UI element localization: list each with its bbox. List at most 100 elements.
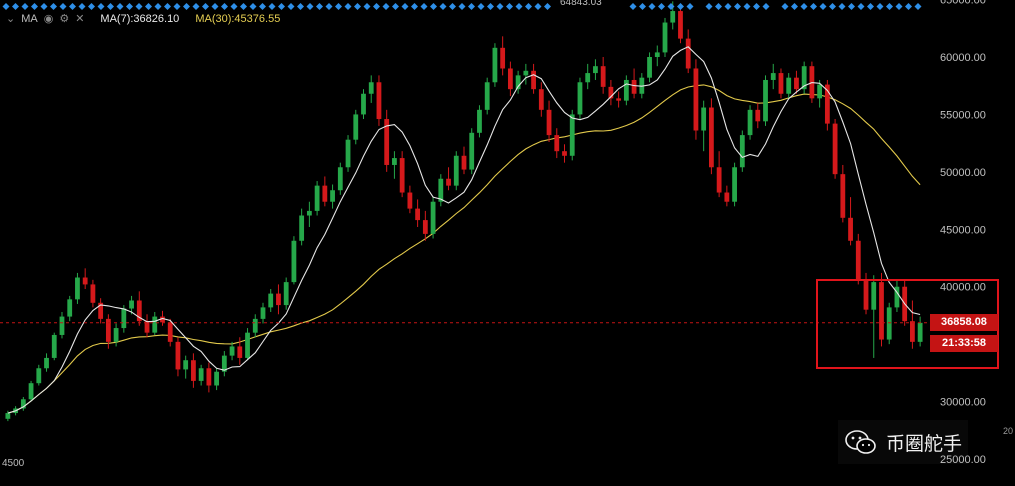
event-marker: [401, 3, 409, 10]
candle-body: [245, 332, 250, 358]
candle-body: [855, 240, 861, 280]
candle-body: [507, 68, 513, 90]
candle-body: [647, 57, 652, 78]
candle-body: [237, 346, 243, 358]
event-marker: [12, 3, 19, 10]
candle-body: [345, 139, 351, 168]
event-marker: [753, 3, 760, 10]
event-marker: [800, 3, 808, 10]
candle-body: [778, 73, 784, 94]
candle-body: [214, 371, 220, 386]
event-marker: [791, 3, 798, 10]
candle-body: [794, 77, 799, 90]
indicator-name: MA: [21, 12, 38, 25]
candle-body: [430, 201, 436, 234]
candle-body: [585, 73, 591, 83]
event-marker: [420, 3, 428, 10]
y-tick-label: 60000.00: [940, 52, 986, 64]
candle-body: [121, 308, 127, 329]
ma30-line: [7, 84, 921, 414]
event-marker: [183, 3, 190, 10]
candle-body: [840, 174, 846, 218]
candles-group: [5, 1, 923, 422]
candle-body: [422, 220, 428, 234]
candle-body: [291, 240, 297, 283]
candle-body: [693, 68, 699, 131]
candle-body: [531, 70, 536, 90]
event-marker: [164, 3, 171, 10]
event-marker: [173, 3, 181, 10]
event-marker: [202, 3, 209, 10]
candle-body: [183, 360, 189, 370]
event-marker: [506, 3, 513, 10]
y-tick-label: 45000.00: [940, 224, 986, 236]
watermark: 币圈舵手: [838, 420, 968, 464]
gear-icon[interactable]: ⚙: [59, 12, 69, 25]
event-marker: [373, 3, 380, 10]
candle-body: [330, 190, 335, 202]
candle-body: [724, 192, 730, 202]
candle-body: [90, 284, 96, 303]
candle-body: [175, 341, 181, 370]
y-tick-label: 50000.00: [940, 167, 986, 179]
candle-body: [376, 82, 382, 120]
event-marker: [382, 3, 390, 10]
chevron-down-icon[interactable]: ⌄: [6, 12, 15, 25]
left-edge-label: 4500: [2, 458, 25, 469]
candle-body: [654, 52, 660, 57]
event-marker: [335, 3, 342, 10]
candle-body: [554, 135, 560, 152]
event-marker: [496, 3, 504, 10]
candle-body: [484, 82, 490, 110]
current-price-badge: 36858.08: [930, 313, 998, 331]
event-marker: [886, 3, 893, 10]
event-marker: [876, 3, 884, 10]
event-marker: [677, 3, 684, 10]
event-marker: [905, 3, 912, 10]
event-marker: [135, 3, 143, 10]
event-marker: [468, 3, 475, 10]
candle-body: [562, 151, 567, 156]
candle-body: [67, 299, 73, 317]
event-marker: [867, 3, 874, 10]
event-marker: [40, 3, 48, 10]
candle-body: [353, 114, 359, 140]
candle-body: [763, 79, 768, 122]
candle-body: [848, 217, 853, 241]
candle-body: [678, 11, 683, 39]
event-marker: [363, 3, 371, 10]
candle-body: [299, 215, 305, 241]
candle-body: [82, 277, 88, 285]
candle-body: [5, 413, 11, 419]
candle-body: [569, 114, 575, 156]
candle-body: [446, 178, 451, 186]
legend-bar: ⌄ MA ◉ ⚙ ✕ MA(7):36826.10 MA(30):45376.5…: [6, 12, 280, 26]
candle-body: [368, 82, 374, 94]
candle-body: [191, 360, 196, 381]
ma30-line-group: [7, 84, 921, 414]
event-marker: [221, 3, 228, 10]
candle-body: [268, 293, 274, 308]
candle-body: [701, 107, 707, 131]
candle-body: [167, 322, 173, 342]
event-marker: [107, 3, 114, 10]
candle-body: [600, 66, 606, 87]
event-marker: [211, 3, 219, 10]
candle-body: [593, 66, 598, 74]
candle-body: [252, 318, 258, 333]
y-tick-label: 65000.00: [940, 0, 986, 7]
candle-body: [392, 158, 397, 165]
candle-body: [716, 167, 722, 193]
candle-body: [198, 368, 204, 381]
close-icon[interactable]: ✕: [75, 12, 84, 25]
event-marker: [658, 3, 665, 10]
candle-body: [755, 109, 761, 122]
event-marker: [411, 3, 418, 10]
event-marker: [639, 3, 646, 10]
candle-body: [129, 300, 134, 309]
candle-body: [306, 210, 312, 216]
eye-icon[interactable]: ◉: [44, 12, 54, 25]
event-marker: [21, 3, 29, 10]
candle-body: [708, 107, 714, 168]
ma7-line-group: [7, 46, 921, 414]
